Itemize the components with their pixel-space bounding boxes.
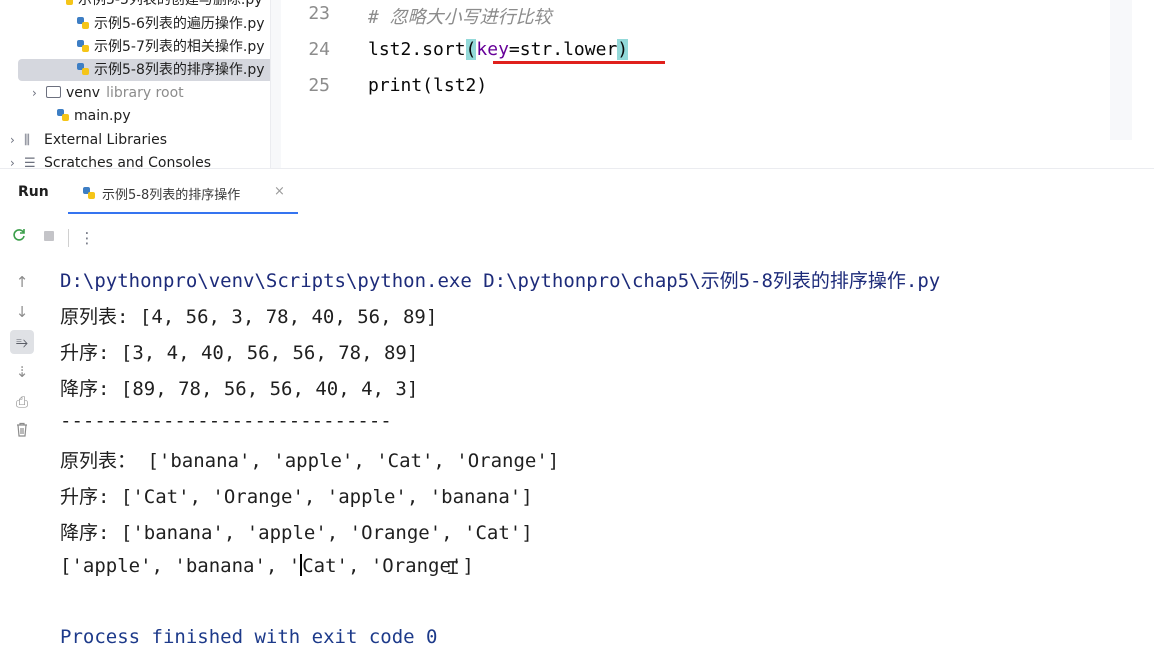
- line-number: 23: [308, 3, 330, 24]
- soft-wrap-icon[interactable]: ⥱: [10, 330, 34, 354]
- top-area: 示例5-5列表的创建与删除.py 示例5-6列表的遍历操作.py 示例5-7列表…: [0, 0, 1154, 168]
- red-underline-annotation: [493, 61, 665, 64]
- code-editor[interactable]: # 忽略大小写进行比较 lst2.sort(key=str.lower) pri…: [352, 0, 1132, 140]
- console-line: 原列表： ['banana', 'apple', 'Cat', 'Orange'…: [60, 450, 560, 472]
- line-number-gutter: 23 24 25: [282, 0, 352, 140]
- scratches-icon: ☰: [24, 156, 36, 168]
- code-token: =str.lower: [508, 39, 618, 60]
- python-file-icon: [76, 38, 90, 52]
- console-finish-line: Process finished with exit code 0: [60, 626, 438, 648]
- line-number: 24: [308, 39, 330, 60]
- console-separator-line: -----------------------------: [60, 410, 392, 432]
- console-line-with-caret: ['apple', 'banana', ' Cat', 'Orange']: [60, 554, 474, 577]
- stop-icon[interactable]: [38, 227, 60, 249]
- active-tab-indicator: [68, 212, 298, 214]
- run-panel-header: Run 示例5-8列表的排序操作 ×: [0, 172, 1154, 214]
- toolbar-separator: [68, 229, 69, 247]
- line-number: 25: [308, 75, 330, 96]
- arrow-down-icon[interactable]: ↓: [10, 300, 34, 324]
- rerun-icon[interactable]: [8, 227, 30, 249]
- tree-item-label: main.py: [74, 108, 131, 124]
- python-file-icon: [56, 107, 70, 121]
- python-file-icon: [76, 61, 90, 75]
- chevron-right-icon[interactable]: ›: [10, 129, 24, 151]
- console-line: 降序: [89, 78, 56, 56, 40, 4, 3]: [60, 378, 419, 400]
- library-icon: ⫼: [24, 133, 30, 148]
- console-line: 降序: ['banana', 'apple', 'Orange', 'Cat']: [60, 522, 533, 544]
- arrow-up-icon[interactable]: ↑: [10, 270, 34, 294]
- close-icon[interactable]: ×: [274, 184, 285, 199]
- tree-item-label: venv: [66, 85, 101, 101]
- project-tree-scrollbar[interactable]: [270, 0, 281, 168]
- console-line: 升序: [3, 4, 40, 56, 56, 78, 89]: [60, 342, 419, 364]
- console-command-line: D:\pythonpro\venv\Scripts\python.exe D:\…: [60, 270, 941, 292]
- tree-item-scratches[interactable]: › ☰ Scratches and Consoles: [10, 152, 211, 168]
- code-line-sort: lst2.sort(key=str.lower): [368, 39, 629, 60]
- console-line: 升序: ['Cat', 'Orange', 'apple', 'banana']: [60, 486, 533, 508]
- tree-item-label: 示例5-6列表的遍历操作.py: [94, 16, 265, 32]
- run-toolbar: ⋮: [0, 222, 1154, 254]
- run-tab-label: 示例5-8列表的排序操作: [102, 188, 241, 203]
- python-file-icon: [82, 185, 96, 199]
- print-icon[interactable]: ⎙: [10, 390, 34, 414]
- tree-item-file-selected[interactable]: 示例5-8列表的排序操作.py: [18, 59, 270, 81]
- tree-item-label: 示例5-8列表的排序操作.py: [94, 62, 265, 78]
- run-tab[interactable]: 示例5-8列表的排序操作 ×: [68, 172, 298, 214]
- run-panel-title: Run: [18, 184, 49, 200]
- console-side-toolbar: ↑ ↓ ⥱ ⇣ ⎙: [0, 262, 42, 662]
- tree-item-label: 示例5-7列表的相关操作.py: [94, 39, 265, 55]
- python-file-icon: [76, 15, 90, 29]
- close-paren-highlight: ): [617, 39, 629, 60]
- library-root-hint: library root: [106, 85, 184, 101]
- tree-item-label: External Libraries: [44, 132, 167, 148]
- tree-item-external-libraries[interactable]: › ⫼ External Libraries: [10, 129, 167, 151]
- tree-item-file[interactable]: main.py: [56, 105, 131, 127]
- console-text: ['apple', 'banana', ': [60, 555, 301, 577]
- project-tree: 示例5-5列表的创建与删除.py 示例5-6列表的遍历操作.py 示例5-7列表…: [0, 0, 270, 168]
- tree-item-venv[interactable]: › venv library root: [32, 82, 184, 104]
- code-line-comment: # 忽略大小写进行比较: [368, 7, 552, 28]
- tree-item-label: 示例5-5列表的创建与删除.py: [78, 0, 263, 8]
- chevron-right-icon[interactable]: ›: [10, 152, 24, 168]
- more-vertical-icon[interactable]: ⋮: [76, 227, 98, 249]
- tree-item-file[interactable]: 示例5-7列表的相关操作.py: [76, 36, 265, 58]
- console-output[interactable]: D:\pythonpro\venv\Scripts\python.exe D:\…: [60, 262, 1140, 662]
- code-line-print: print(lst2): [368, 75, 488, 96]
- console-line: 原列表: [4, 56, 3, 78, 40, 56, 89]: [60, 306, 438, 328]
- python-file-icon: [60, 0, 74, 5]
- panel-divider[interactable]: [0, 168, 1154, 169]
- trash-icon[interactable]: [10, 420, 34, 444]
- ibeam-cursor-icon: Ɪ: [448, 558, 459, 579]
- folder-icon: [46, 86, 61, 98]
- tree-item-file[interactable]: 示例5-5列表的创建与删除.py: [60, 0, 263, 11]
- editor-scrollbar[interactable]: [1110, 0, 1132, 140]
- chevron-right-icon[interactable]: ›: [32, 82, 46, 104]
- scroll-to-end-icon[interactable]: ⇣: [10, 360, 34, 384]
- tree-item-label: Scratches and Consoles: [44, 155, 211, 168]
- tree-item-file[interactable]: 示例5-6列表的遍历操作.py: [76, 13, 265, 35]
- keyword-arg: key: [476, 39, 509, 60]
- code-token: lst2.sort: [368, 39, 466, 60]
- open-paren-highlight: (: [465, 39, 477, 60]
